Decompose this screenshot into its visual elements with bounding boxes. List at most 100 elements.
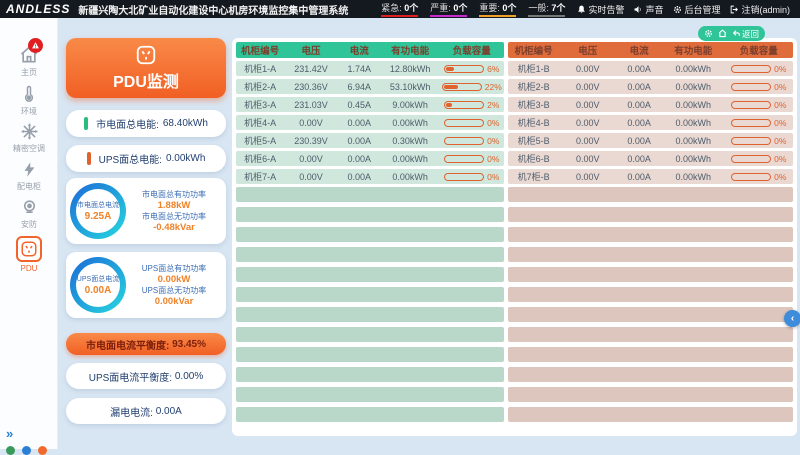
camera-icon: [20, 198, 39, 217]
table-row[interactable]: 机柜1-B0.00V0.00A0.00kWh0%: [508, 61, 793, 76]
column-header: 有功电能: [381, 43, 440, 57]
rack-name: 机7柜-B: [508, 170, 559, 183]
sidebar-item-pdu[interactable]: PDU: [0, 236, 58, 273]
column-header: 电压: [284, 43, 338, 57]
blue-dot[interactable]: [22, 446, 31, 455]
main-panel: 机柜编号电压电流有功电能负载容量机柜1-A231.42V1.74A12.80kW…: [232, 38, 797, 436]
empty-row: [236, 287, 504, 302]
voltage-value: 0.00V: [284, 172, 338, 182]
rack-name: 机柜2-B: [508, 80, 559, 93]
empty-row: [236, 267, 504, 282]
logout-button[interactable]: 注销(admin): [730, 3, 790, 16]
load-percent: 0%: [774, 136, 786, 146]
sidebar-item-environment[interactable]: 环境: [0, 84, 58, 117]
alarm-stat-severe: 严重: 0个: [430, 1, 467, 17]
voltage-value: 0.00V: [284, 118, 338, 128]
table-row[interactable]: 机柜2-B0.00V0.00A0.00kWh0%: [508, 79, 793, 94]
empty-row: [236, 227, 504, 242]
orange-dot[interactable]: [38, 446, 47, 455]
empty-row: [508, 187, 793, 202]
alarm-stat-important: 重要: 0个: [479, 1, 516, 17]
chevron-left-icon: ‹: [791, 313, 794, 324]
rack-name: 机柜5-A: [236, 134, 284, 147]
load-bar: [444, 155, 484, 163]
ups-current-gauge-ring: UPS面总电流 0.00A: [70, 257, 126, 313]
table-row[interactable]: 机柜1-A231.42V1.74A12.80kWh6%: [236, 61, 504, 76]
empty-row: [236, 387, 504, 402]
empty-row: [236, 327, 504, 342]
empty-row: [508, 227, 793, 242]
sidebar-item-precision-ac[interactable]: 精密空调: [0, 122, 58, 154]
sidebar-item-power-cabinet[interactable]: 配电柜: [0, 160, 58, 192]
table-row[interactable]: 机柜7-A0.00V0.00A0.00kWh0%: [236, 169, 504, 184]
table-row[interactable]: 机柜3-A231.03V0.45A9.00kWh2%: [236, 97, 504, 112]
column-header: 机柜编号: [236, 43, 284, 57]
expand-panel-chevrons[interactable]: »: [6, 426, 11, 441]
top-bar: ANDLESS 新疆兴陶大北矿业自动化建设中心机房环境监控集中管理系统 紧急: …: [0, 0, 800, 18]
energy-value: 0.00kWh: [381, 154, 440, 164]
load-bar: [731, 83, 771, 91]
load-capacity-cell: 6%: [440, 64, 504, 74]
voltage-value: 0.00V: [559, 118, 616, 128]
table-row[interactable]: 机柜2-A230.36V6.94A53.10kWh22%: [236, 79, 504, 94]
current-value: 0.00A: [338, 154, 381, 164]
alarm-badge[interactable]: [28, 38, 43, 53]
load-percent: 0%: [487, 154, 499, 164]
sidebar: 主页 环境 精密空调 配电柜 安防 PDU »: [0, 18, 58, 449]
energy-value: 0.00kWh: [662, 82, 725, 92]
green-dot[interactable]: [6, 446, 15, 455]
ups-total-energy-value: 0.00kWh: [166, 153, 205, 164]
load-percent: 2%: [487, 100, 499, 110]
column-header: 有功电能: [662, 43, 725, 57]
table-header: 机柜编号电压电流有功电能负载容量: [236, 42, 504, 58]
rack-name: 机柜2-A: [236, 80, 284, 93]
empty-row: [236, 307, 504, 322]
sidebar-item-security[interactable]: 安防: [0, 198, 58, 230]
column-header: 机柜编号: [508, 43, 559, 57]
table-row[interactable]: 机柜6-A0.00V0.00A0.00kWh0%: [236, 151, 504, 166]
current-value: 0.00A: [616, 172, 662, 182]
mains-total-energy-card: 市电面总电能: 68.40kWh: [66, 110, 226, 137]
load-percent: 6%: [487, 64, 499, 74]
mini-toolbar: 返回: [698, 26, 765, 41]
home-icon[interactable]: [718, 29, 727, 38]
voltage-value: 0.00V: [559, 154, 616, 164]
table-row[interactable]: 机7柜-B0.00V0.00A0.00kWh0%: [508, 169, 793, 184]
energy-value: 0.00kWh: [662, 154, 725, 164]
bell-icon: [577, 5, 586, 14]
sound-button[interactable]: 声音: [634, 3, 663, 16]
gear-icon[interactable]: [704, 29, 713, 38]
system-title: 新疆兴陶大北矿业自动化建设中心机房环境监控集中管理系统: [78, 2, 348, 17]
empty-row: [508, 347, 793, 362]
mains-active-power-value: 1.88kW: [158, 200, 191, 211]
back-button[interactable]: 返回: [732, 28, 759, 40]
table-row[interactable]: 机柜5-A230.39V0.00A0.30kWh0%: [236, 133, 504, 148]
table-row[interactable]: 机柜5-B0.00V0.00A0.00kWh0%: [508, 133, 793, 148]
table-row[interactable]: 机柜6-B0.00V0.00A0.00kWh0%: [508, 151, 793, 166]
energy-value: 0.00kWh: [381, 118, 440, 128]
voltage-value: 0.00V: [559, 82, 616, 92]
current-value: 6.94A: [338, 82, 381, 92]
empty-row: [508, 207, 793, 222]
energy-value: 0.30kWh: [381, 136, 440, 146]
rack-name: 机柜6-A: [236, 152, 284, 165]
mains-current-gauge-ring: 市电面总电流 9.25A: [70, 183, 126, 239]
pdu-monitor-button[interactable]: PDU监测: [66, 38, 226, 98]
current-value: 0.00A: [616, 154, 662, 164]
speaker-icon: [634, 5, 643, 14]
column-header: 电流: [338, 43, 381, 57]
alarm-stat-general: 一般: 7个: [528, 1, 565, 17]
realtime-alarm-button[interactable]: 实时告警: [577, 3, 624, 16]
table-row[interactable]: 机柜3-B0.00V0.00A0.00kWh0%: [508, 97, 793, 112]
admin-button[interactable]: 后台管理: [673, 3, 720, 16]
energy-value: 0.00kWh: [662, 64, 725, 74]
table-row[interactable]: 机柜4-B0.00V0.00A0.00kWh0%: [508, 115, 793, 130]
table-row[interactable]: 机柜4-A0.00V0.00A0.00kWh0%: [236, 115, 504, 130]
load-capacity-cell: 0%: [440, 136, 504, 146]
mains-total-current-value: 9.25A: [85, 211, 112, 222]
collapse-panel-button[interactable]: ‹: [784, 310, 800, 327]
load-capacity-cell: 0%: [440, 172, 504, 182]
voltage-value: 0.00V: [559, 172, 616, 182]
load-bar: [444, 101, 484, 109]
load-bar: [444, 173, 484, 181]
